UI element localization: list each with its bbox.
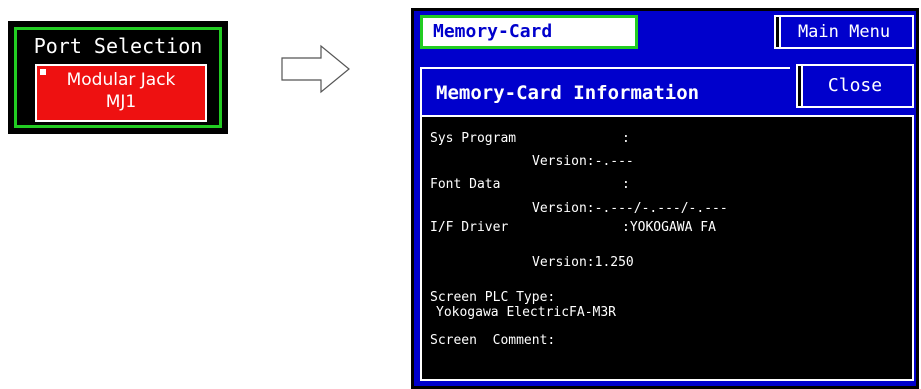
memory-card-info-panel: Sys Program: Version:-.--- Font Data: Ve…	[420, 115, 914, 381]
sys-version-label: Version:	[532, 154, 595, 169]
sys-version-row: Version:-.---	[532, 154, 634, 170]
plc-type-value-row: Yokogawa ElectricFA-M3R	[436, 305, 616, 321]
close-button[interactable]: Close	[796, 64, 914, 108]
plc-type-value: Yokogawa ElectricFA-M3R	[436, 305, 617, 320]
if-driver-label: I/F Driver	[430, 220, 509, 235]
sys-program-separator: :	[622, 131, 630, 146]
main-menu-button[interactable]: Main Menu	[774, 15, 914, 49]
sys-program-label: Sys Program	[430, 131, 517, 146]
screen-comment-label: Screen Comment:	[430, 333, 556, 348]
if-driver-row: I/F Driver :YOKOGAWA FA	[430, 220, 716, 236]
mj1-label: MJ1	[105, 92, 137, 112]
screen-comment-row: Screen Comment:	[430, 333, 555, 349]
sys-version-value: -.---	[594, 154, 634, 169]
port-selection-title: Port Selection	[33, 34, 203, 58]
if-version-row: Version:1.250	[532, 255, 634, 271]
right-arrow-icon	[281, 44, 350, 94]
port-selection-panel: Port Selection Modular Jack MJ1	[8, 21, 228, 134]
plc-type-label: Screen PLC Type:	[430, 290, 556, 305]
modular-jack-label: Modular Jack	[66, 70, 176, 90]
font-data-separator: :	[622, 177, 630, 192]
if-version-label: Version:	[532, 255, 595, 270]
memory-card-information-title: Memory-Card Information	[420, 67, 790, 115]
font-version-label: Version:	[532, 201, 595, 216]
plc-type-label-row: Screen PLC Type:	[430, 290, 555, 306]
memory-card-title: Memory-Card	[420, 15, 638, 49]
port-selection-frame: Port Selection Modular Jack MJ1	[14, 27, 222, 128]
sys-program-row: Sys Program:	[430, 131, 630, 147]
memory-card-screen: Memory-Card Main Menu Memory-Card Inform…	[411, 8, 919, 389]
modular-jack-button[interactable]: Modular Jack MJ1	[35, 64, 207, 122]
font-data-label: Font Data	[430, 177, 501, 192]
font-version-row: Version:-.---/-.---/-.---	[532, 201, 728, 217]
selected-marker-icon	[40, 69, 46, 75]
font-data-row: Font Data:	[430, 177, 630, 193]
if-driver-value: :YOKOGAWA FA	[622, 220, 716, 235]
font-version-value: -.---/-.---/-.---	[594, 201, 728, 216]
if-version-value: 1.250	[594, 255, 634, 270]
